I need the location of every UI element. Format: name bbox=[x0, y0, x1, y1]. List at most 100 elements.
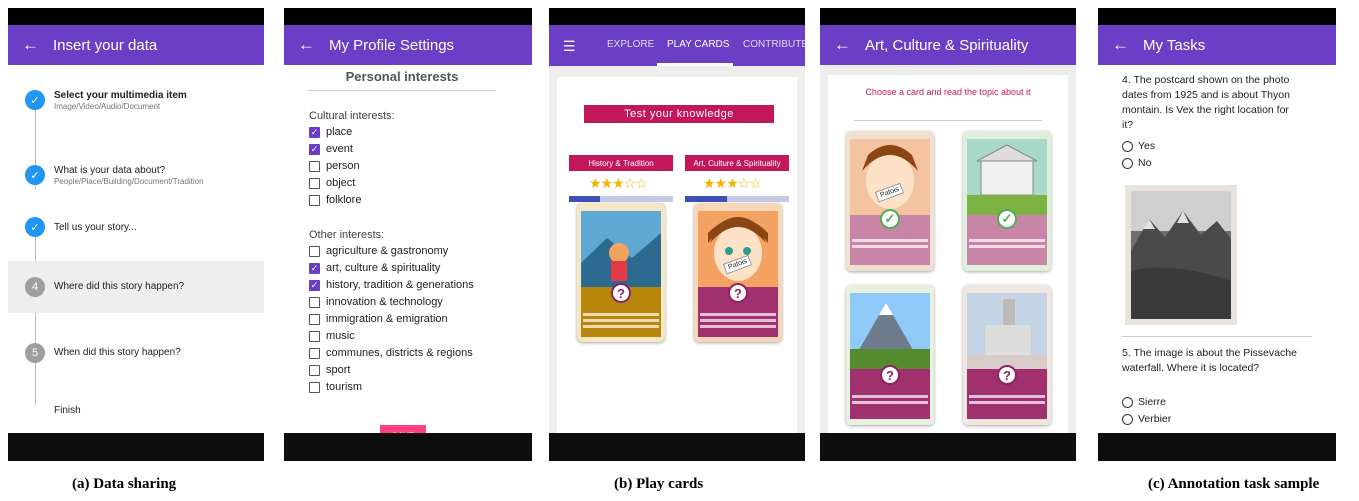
other-interests-label: Other interests: bbox=[309, 229, 385, 241]
step-4[interactable]: 4 Where did this story happen? bbox=[8, 261, 264, 313]
checkbox-icon[interactable] bbox=[309, 313, 320, 325]
divider bbox=[1122, 336, 1312, 337]
checkbox-icon[interactable] bbox=[309, 364, 320, 376]
screen: ← Insert your data ✓ Select your multime… bbox=[8, 25, 264, 433]
radio-circle bbox=[1122, 140, 1133, 152]
nav-bar bbox=[549, 433, 805, 461]
interest-checkbox-row[interactable]: communes, districts & regions bbox=[309, 345, 473, 361]
checkbox-checked-icon[interactable]: ✓ bbox=[309, 262, 320, 274]
interest-label: folklore bbox=[326, 194, 362, 206]
back-arrow-icon[interactable]: ← bbox=[22, 35, 39, 55]
step-number: 5 bbox=[25, 343, 45, 363]
checkbox-icon[interactable] bbox=[309, 381, 320, 393]
interest-checkbox-row[interactable]: immigration & emigration bbox=[309, 311, 448, 327]
card-text-line bbox=[969, 239, 1045, 242]
checkbox-icon[interactable] bbox=[309, 330, 320, 342]
interest-label: agriculture & gastronomy bbox=[326, 245, 449, 257]
nav-bar bbox=[8, 433, 264, 461]
question-5: 5. The image is about the Pissevache wat… bbox=[1122, 347, 1297, 374]
finish-label[interactable]: Finish bbox=[54, 405, 81, 416]
card-text-line bbox=[852, 401, 928, 404]
checkbox-checked-icon[interactable]: ✓ bbox=[309, 279, 320, 291]
card-grid: Choose a card and read the topic about i… bbox=[828, 75, 1068, 433]
question-icon: ? bbox=[728, 283, 748, 303]
active-tab-indicator bbox=[657, 63, 733, 66]
deck-rating: ★★★☆☆ bbox=[703, 175, 762, 191]
step-3[interactable]: ✓ Tell us your story... bbox=[8, 205, 264, 253]
interest-label: person bbox=[326, 160, 360, 172]
save-button[interactable]: SAVE bbox=[380, 425, 426, 433]
interest-label: immigration & emigration bbox=[326, 313, 448, 325]
interest-checkbox-row[interactable]: object bbox=[309, 175, 355, 191]
topic-card[interactable]: ✓ bbox=[963, 131, 1051, 271]
card-text-line bbox=[969, 401, 1045, 404]
interest-checkbox-row[interactable]: ✓ place bbox=[309, 124, 352, 140]
radio-option[interactable]: No bbox=[1122, 156, 1151, 170]
interest-checkbox-row[interactable]: folklore bbox=[309, 192, 361, 208]
app-bar: ← Art, Culture & Spirituality bbox=[820, 25, 1076, 65]
card-text-line bbox=[700, 313, 776, 316]
tab-contribute[interactable]: CONTRIBUTE bbox=[743, 39, 805, 50]
step-5[interactable]: 5 When did this story happen? bbox=[8, 331, 264, 379]
check-icon: ✓ bbox=[25, 90, 45, 110]
option-label: Verbier bbox=[1138, 413, 1172, 425]
checkbox-checked-icon[interactable]: ✓ bbox=[309, 126, 320, 138]
radio-option[interactable]: Yes bbox=[1122, 139, 1155, 153]
interest-label: innovation & technology bbox=[326, 296, 443, 308]
phone-profile-settings: ← My Profile Settings Personal interests… bbox=[284, 8, 532, 461]
interest-checkbox-row[interactable]: sport bbox=[309, 362, 350, 378]
radio-option[interactable]: Sierre bbox=[1122, 395, 1166, 409]
check-icon: ✓ bbox=[25, 217, 45, 237]
screen: ← My Tasks 4. The postcard shown on the … bbox=[1098, 25, 1336, 433]
interest-checkbox-row[interactable]: ✓ event bbox=[309, 141, 353, 157]
back-arrow-icon[interactable]: ← bbox=[834, 35, 851, 55]
tab-explore[interactable]: EXPLORE bbox=[607, 39, 654, 50]
nav-bar bbox=[284, 433, 532, 461]
menu-icon[interactable]: ☰ bbox=[563, 38, 576, 55]
step-number: 4 bbox=[25, 277, 45, 297]
interest-checkbox-row[interactable]: agriculture & gastronomy bbox=[309, 243, 448, 259]
checkbox-icon[interactable] bbox=[309, 194, 320, 206]
deck-category[interactable]: Art, Culture & Spirituality bbox=[685, 155, 789, 171]
checkbox-icon[interactable] bbox=[309, 160, 320, 172]
nav-bar bbox=[820, 433, 1076, 461]
checkbox-icon[interactable] bbox=[309, 347, 320, 359]
step-title: Select your multimedia item bbox=[54, 90, 187, 101]
step-subtitle: Image/Video/Audio/Document bbox=[54, 102, 161, 111]
step-2[interactable]: ✓ What is your data about? People/Place/… bbox=[8, 153, 264, 201]
interest-checkbox-row[interactable]: ✓ history, tradition & generations bbox=[309, 277, 474, 293]
question-icon: ? bbox=[997, 365, 1017, 385]
checkbox-checked-icon[interactable]: ✓ bbox=[309, 143, 320, 155]
checkbox-icon[interactable] bbox=[309, 245, 320, 257]
deck-progress bbox=[685, 196, 789, 202]
card-text-line bbox=[700, 319, 776, 322]
interest-checkbox-row[interactable]: innovation & technology bbox=[309, 294, 443, 310]
checkbox-icon[interactable] bbox=[309, 296, 320, 308]
back-arrow-icon[interactable]: ← bbox=[298, 35, 315, 55]
test-knowledge-banner: Test your knowledge bbox=[584, 105, 774, 123]
deck-card-art[interactable]: Patois ? bbox=[694, 203, 782, 342]
checkbox-icon[interactable] bbox=[309, 177, 320, 189]
interest-label: place bbox=[326, 126, 353, 138]
interest-label: event bbox=[326, 143, 353, 155]
card-text-line bbox=[583, 319, 659, 322]
deck-card-history[interactable]: ? bbox=[577, 203, 665, 342]
interest-checkbox-row[interactable]: person bbox=[309, 158, 360, 174]
back-arrow-icon[interactable]: ← bbox=[1112, 35, 1129, 55]
interest-checkbox-row[interactable]: tourism bbox=[309, 379, 362, 395]
topic-card[interactable]: Patois ✓ bbox=[846, 131, 934, 271]
tab-play-cards[interactable]: PLAY CARDS bbox=[667, 39, 729, 50]
radio-option[interactable]: Verbier bbox=[1122, 412, 1171, 426]
topic-card[interactable]: ? bbox=[846, 285, 934, 425]
interest-checkbox-row[interactable]: ✓ art, culture & spirituality bbox=[309, 260, 440, 276]
page-title: My Tasks bbox=[1143, 36, 1206, 54]
interest-checkbox-row[interactable]: music bbox=[309, 328, 355, 344]
deck-category[interactable]: History & Tradition bbox=[569, 155, 673, 171]
card-text-line bbox=[969, 245, 1045, 248]
step-1[interactable]: ✓ Select your multimedia item Image/Vide… bbox=[8, 78, 264, 126]
caption-annotation: (c) Annotation task sample bbox=[1148, 476, 1320, 492]
card-text-line bbox=[852, 395, 928, 398]
app-bar: ← My Profile Settings bbox=[284, 25, 532, 65]
tab-bar: ☰ EXPLORE PLAY CARDS CONTRIBUTE bbox=[549, 25, 805, 66]
topic-card[interactable]: ? bbox=[963, 285, 1051, 425]
